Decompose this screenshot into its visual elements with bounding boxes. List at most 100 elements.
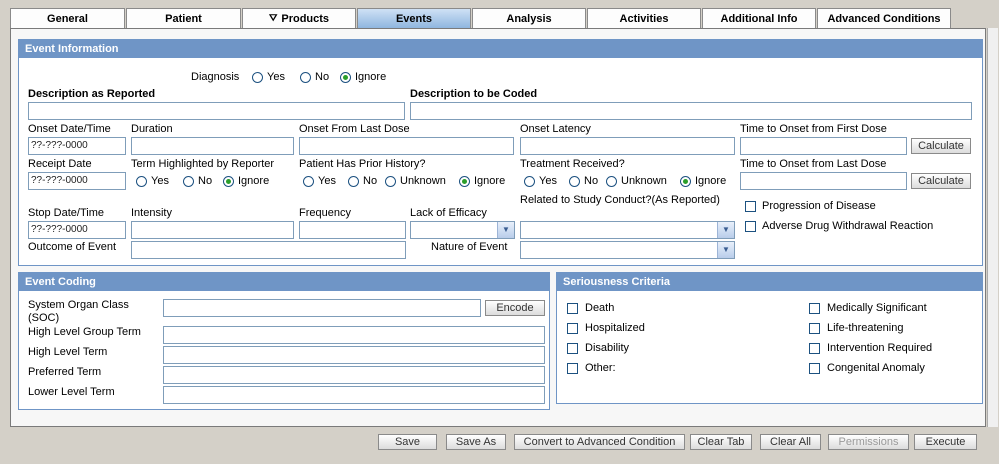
history-unknown-radio[interactable] [385,176,396,187]
llt-input[interactable] [163,386,545,404]
tab-products[interactable]: ⛛ Products [242,8,356,28]
related-study-label: Related to Study Conduct?(As Reported) [520,194,720,206]
intervention-required-checkbox[interactable] [809,343,820,354]
radio-label: Yes [267,71,285,83]
treatment-yes-radio[interactable] [524,176,535,187]
nature-select[interactable]: ▼ [520,241,735,259]
nature-label: Nature of Event [431,241,508,253]
intensity-input[interactable] [131,221,294,239]
description-reported-input[interactable] [28,102,405,120]
life-threatening-label: Life-threatening [827,322,904,334]
congenital-anomaly-label: Congenital Anomaly [827,362,925,374]
hospitalized-label: Hospitalized [585,322,645,334]
radio-label: No [584,175,599,187]
related-study-select[interactable]: ▼ [520,221,735,239]
chevron-down-icon: ▼ [717,242,734,258]
clear-tab-button[interactable]: Clear Tab [690,434,752,450]
frequency-label: Frequency [299,207,351,219]
time-first-dose-input[interactable] [740,137,907,155]
medically-significant-label: Medically Significant [827,302,927,314]
soc-label: System Organ Class (SOC) [28,299,129,324]
action-bar: Save Save As Convert to Advanced Conditi… [10,430,986,454]
lack-efficacy-select[interactable]: ▼ [410,221,515,239]
intervention-required-label: Intervention Required [827,342,933,354]
onset-latency-input[interactable] [520,137,735,155]
calculate-first-dose-button[interactable]: Calculate [911,138,971,154]
description-reported-label: Description as Reported [28,88,156,100]
vertical-scrollbar[interactable] [987,28,998,427]
tab-label: Activities [619,12,669,25]
receipt-date-input[interactable]: ??-???-0000 [28,172,126,190]
tab-label: Analysis [506,12,552,25]
term-no-radio[interactable] [183,176,194,187]
seriousness-header: Seriousness Criteria [557,273,982,291]
death-label: Death [585,302,615,314]
tab-label: General [47,12,88,25]
frequency-input[interactable] [299,221,406,239]
time-last-dose-label: Time to Onset from Last Dose [740,158,887,170]
congenital-anomaly-checkbox[interactable] [809,363,820,374]
radio-label: Unknown [400,175,446,187]
tab-additional-info[interactable]: Additional Info [702,8,816,28]
execute-button[interactable]: Execute [914,434,977,450]
term-yes-radio[interactable] [136,176,147,187]
lack-efficacy-label: Lack of Efficacy [410,207,487,219]
other-checkbox[interactable] [567,363,578,374]
diagnosis-ignore-radio[interactable] [340,72,351,83]
stop-date-input[interactable]: ??-???-0000 [28,221,126,239]
pt-input[interactable] [163,366,545,384]
treatment-ignore-radio[interactable] [680,176,691,187]
duration-input[interactable] [131,137,294,155]
radio-label: No [315,71,330,83]
history-ignore-radio[interactable] [459,176,470,187]
diagnosis-no-radio[interactable] [300,72,311,83]
tab-bar: General Patient ⛛ Products Events Analysi… [10,8,995,28]
onset-date-input[interactable]: ??-???-0000 [28,137,126,155]
tab-advanced-conditions[interactable]: Advanced Conditions [817,8,951,28]
hospitalized-checkbox[interactable] [567,323,578,334]
hlt-label: High Level Term [28,346,108,358]
outcome-label: Outcome of Event [28,241,117,253]
disability-checkbox[interactable] [567,343,578,354]
medically-significant-checkbox[interactable] [809,303,820,314]
tab-label: Events [395,12,433,25]
history-yes-radio[interactable] [303,176,314,187]
permissions-button[interactable]: Permissions [828,434,909,450]
radio-label: No [363,175,378,187]
diagnosis-yes-radio[interactable] [252,72,263,83]
death-checkbox[interactable] [567,303,578,314]
soc-input[interactable] [163,299,481,317]
treatment-unknown-radio[interactable] [606,176,617,187]
radio-label: Unknown [621,175,667,187]
adverse-withdrawal-checkbox[interactable] [745,221,756,232]
tab-analysis[interactable]: Analysis [472,8,586,28]
clear-all-button[interactable]: Clear All [760,434,821,450]
hlt-input[interactable] [163,346,545,364]
onset-last-dose-input[interactable] [299,137,514,155]
save-button[interactable]: Save [378,434,437,450]
stop-date-label: Stop Date/Time [28,207,105,219]
history-no-radio[interactable] [348,176,359,187]
convert-advanced-condition-button[interactable]: Convert to Advanced Condition [514,434,685,450]
other-label: Other: [585,362,616,374]
hlgt-label: High Level Group Term [28,326,141,338]
calculate-last-dose-button[interactable]: Calculate [911,173,971,189]
term-ignore-radio[interactable] [223,176,234,187]
hlgt-input[interactable] [163,326,545,344]
tab-activities[interactable]: Activities [587,8,701,28]
outcome-input[interactable] [131,241,406,259]
filter-icon: ⛛ [268,13,278,24]
save-as-button[interactable]: Save As [446,434,506,450]
events-panel: Event Information Diagnosis Yes No Ignor… [10,28,986,427]
tab-patient[interactable]: Patient [126,8,241,28]
progression-checkbox[interactable] [745,201,756,212]
tab-general[interactable]: General [10,8,125,28]
description-coded-input[interactable] [410,102,972,120]
tab-events[interactable]: Events [357,8,471,28]
treatment-no-radio[interactable] [569,176,580,187]
life-threatening-checkbox[interactable] [809,323,820,334]
duration-label: Duration [131,123,173,135]
radio-label: Ignore [238,175,270,187]
time-last-dose-input[interactable] [740,172,907,190]
encode-button[interactable]: Encode [485,300,545,316]
